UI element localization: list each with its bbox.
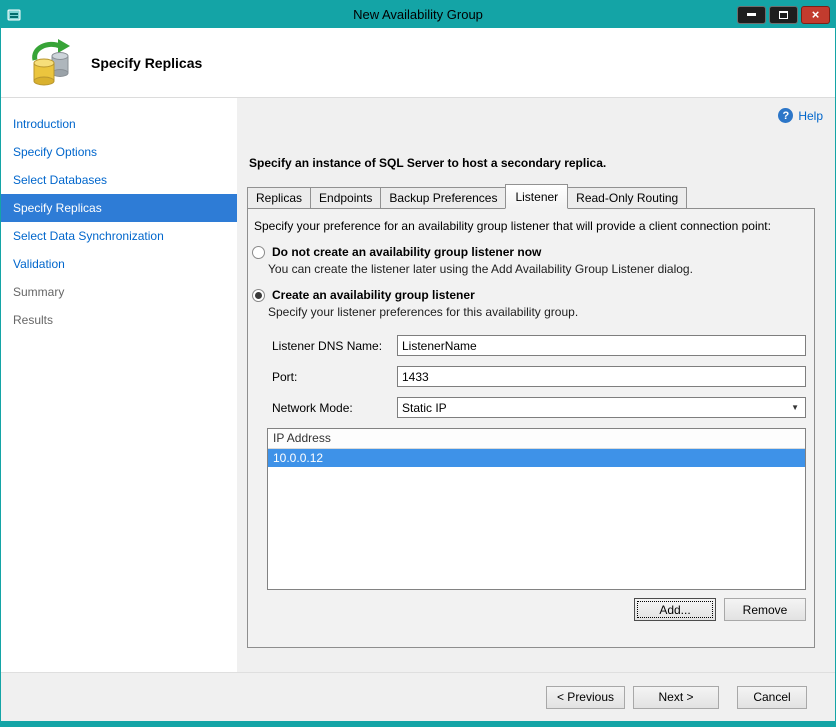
previous-button[interactable]: < Previous: [545, 685, 625, 709]
radio-create-listener-description: Specify your listener preferences for th…: [268, 305, 579, 319]
sidebar-item-summary: Summary: [13, 285, 65, 299]
next-button[interactable]: Next >: [633, 685, 719, 709]
radio-create-listener-icon[interactable]: [252, 288, 265, 302]
radio-no-listener[interactable]: Do not create an availability group list…: [252, 245, 806, 259]
remove-button[interactable]: Remove: [724, 598, 806, 621]
ip-address-list[interactable]: IP Address 10.0.0.12: [267, 428, 806, 590]
network-mode-select[interactable]: Static IP ▼: [397, 397, 806, 418]
sidebar-item-select-data-synchronization[interactable]: Select Data Synchronization: [1, 222, 237, 250]
wizard-body: Introduction Specify Options Select Data…: [1, 98, 835, 672]
wizard-header: Specify Replicas: [1, 28, 835, 98]
close-button[interactable]: ×: [801, 5, 830, 24]
help-icon: ?: [778, 108, 794, 123]
listener-intro-text: Specify your preference for an availabil…: [254, 219, 771, 233]
minimize-button[interactable]: [737, 5, 766, 24]
ip-address-row[interactable]: 10.0.0.12: [268, 449, 805, 467]
maximize-icon: [779, 10, 788, 19]
availability-group-icon: [27, 38, 73, 87]
sidebar-item-results: Results: [13, 313, 54, 327]
network-mode-label: Network Mode:: [272, 400, 353, 415]
network-mode-value: Static IP: [402, 400, 447, 415]
help-link[interactable]: ? Help: [778, 108, 823, 123]
radio-create-listener[interactable]: Create an availability group listener: [252, 288, 806, 302]
listener-dns-label: Listener DNS Name:: [272, 338, 383, 353]
sidebar-item-select-databases[interactable]: Select Databases: [1, 166, 237, 194]
add-button[interactable]: Add...: [634, 598, 716, 621]
network-mode-row: Network Mode: Static IP ▼: [272, 397, 806, 418]
maximize-button[interactable]: [769, 5, 798, 24]
help-label: Help: [798, 108, 823, 123]
ip-list-buttons: Add... Remove: [252, 598, 806, 621]
sidebar-item-validation[interactable]: Validation: [1, 250, 237, 278]
replica-tabs: Replicas Endpoints Backup Preferences Li…: [247, 184, 815, 209]
new-availability-group-window: New Availability Group × Specify Replica…: [0, 0, 836, 727]
radio-create-listener-label: Create an availability group listener: [272, 288, 475, 302]
main-pane: ? Help Specify an instance of SQL Server…: [237, 98, 835, 672]
radio-no-listener-description: You can create the listener later using …: [268, 262, 693, 276]
sidebar-item-specify-replicas[interactable]: Specify Replicas: [1, 194, 237, 222]
radio-no-listener-icon[interactable]: [252, 245, 265, 259]
tab-backup-preferences[interactable]: Backup Preferences: [380, 187, 507, 208]
wizard-footer: < Previous Next > Cancel: [1, 672, 835, 721]
tab-read-only-routing[interactable]: Read-Only Routing: [567, 187, 688, 208]
cancel-button[interactable]: Cancel: [737, 685, 807, 709]
sidebar-item-specify-options[interactable]: Specify Options: [1, 138, 237, 166]
radio-no-listener-label: Do not create an availability group list…: [272, 245, 542, 259]
window-controls: ×: [737, 5, 830, 24]
app-icon: [6, 7, 22, 23]
port-input[interactable]: [397, 366, 806, 387]
listener-tab-page: Specify your preference for an availabil…: [247, 208, 815, 648]
wizard-steps-sidebar: Introduction Specify Options Select Data…: [1, 98, 237, 672]
listener-dns-row: Listener DNS Name:: [272, 335, 806, 356]
tab-endpoints[interactable]: Endpoints: [310, 187, 382, 208]
page-title: Specify Replicas: [91, 54, 203, 71]
listener-dns-input[interactable]: [397, 335, 806, 356]
ip-address-column-header[interactable]: IP Address: [268, 429, 805, 449]
tab-listener[interactable]: Listener: [505, 184, 569, 209]
port-label: Port:: [272, 369, 298, 384]
minimize-icon: [747, 13, 756, 16]
port-row: Port:: [272, 366, 806, 387]
window-title: New Availability Group: [353, 7, 483, 22]
ip-address-list-empty-area[interactable]: [268, 467, 805, 589]
chevron-down-icon: ▼: [791, 403, 799, 412]
tab-replicas[interactable]: Replicas: [247, 187, 312, 208]
sidebar-item-introduction[interactable]: Introduction: [1, 110, 237, 138]
instruction-text: Specify an instance of SQL Server to hos…: [249, 156, 607, 170]
titlebar: New Availability Group ×: [1, 1, 835, 28]
